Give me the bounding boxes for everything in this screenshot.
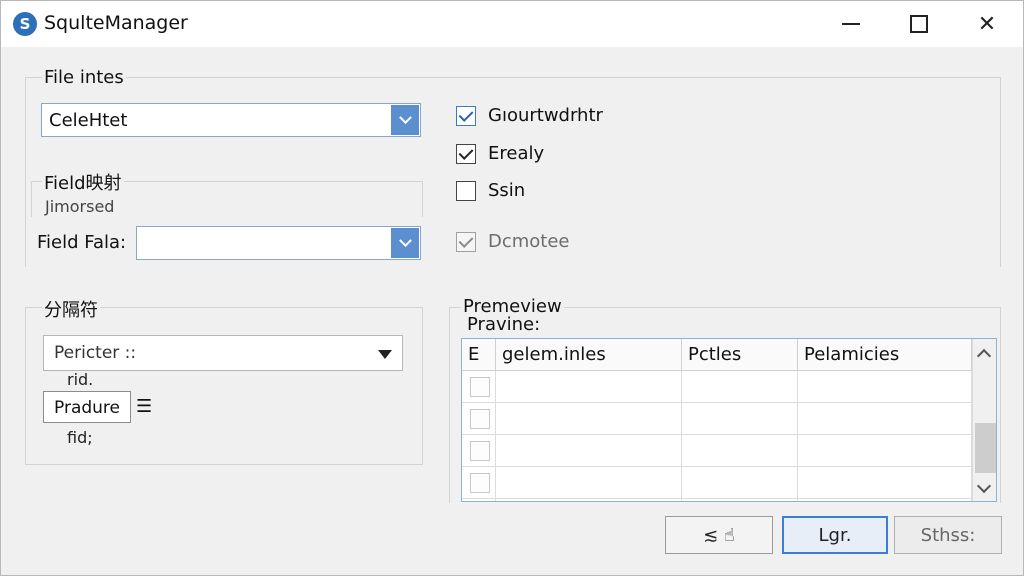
- table-cell: [798, 499, 972, 501]
- grid-header: E gelem.inles Pctles Pelamicies: [462, 339, 972, 371]
- column-header-elements[interactable]: gelem.inles: [496, 339, 682, 371]
- option-checkbox-1[interactable]: [456, 106, 476, 126]
- table-cell: [682, 467, 798, 499]
- table-cell: [682, 499, 798, 501]
- file-type-value: CeleHtet: [49, 110, 128, 131]
- row-checkbox[interactable]: [470, 377, 490, 397]
- close-button[interactable]: ✕: [951, 1, 1023, 47]
- table-cell: [496, 371, 682, 403]
- delimiter-note-1: rid.: [67, 370, 94, 389]
- table-row[interactable]: [462, 467, 972, 499]
- preview-grid: E gelem.inles Pctles Pelamicies: [461, 338, 997, 502]
- table-cell: [798, 435, 972, 467]
- file-type-combo[interactable]: CeleHtet: [41, 103, 421, 137]
- hand-cursor-icon: ≲ ☝: [703, 524, 735, 546]
- delimiter-input-value: Pradure: [54, 398, 120, 418]
- tools-button[interactable]: ≲ ☝: [665, 516, 773, 554]
- table-cell: [682, 403, 798, 435]
- column-header-e[interactable]: E: [462, 339, 496, 371]
- dropdown-triangle-icon: [378, 350, 392, 359]
- file-type-dropdown-button[interactable]: [391, 105, 419, 135]
- column-header-pctles[interactable]: Pctles: [682, 339, 798, 371]
- table-row[interactable]: [462, 403, 972, 435]
- delimiter-value: Pericter ::: [54, 343, 137, 363]
- minimize-button[interactable]: [815, 1, 887, 47]
- option-checkbox-4: [456, 232, 476, 252]
- vertical-scrollbar[interactable]: [972, 339, 996, 501]
- field-mapping-label: Field映射: [42, 169, 124, 195]
- file-section-label: File intes: [42, 67, 126, 88]
- table-cell: [496, 435, 682, 467]
- table-cell: [682, 371, 798, 403]
- maximize-button[interactable]: [883, 1, 955, 47]
- table-cell: [496, 499, 682, 501]
- row-checkbox[interactable]: [470, 473, 490, 493]
- table-cell: [496, 403, 682, 435]
- maximize-icon: [910, 15, 928, 33]
- delimiter-label: 分隔符: [42, 296, 100, 322]
- table-cell: [798, 403, 972, 435]
- row-select-cell: [462, 435, 496, 467]
- preview-sublabel: Pravine:: [467, 314, 541, 335]
- chevron-down-icon: [398, 110, 412, 124]
- option-checkbox-2[interactable]: [456, 144, 476, 164]
- ok-button-label: Lgr.: [818, 524, 852, 546]
- row-select-cell: [462, 467, 496, 499]
- field-mapping-sublabel: Jimorsed: [45, 197, 115, 216]
- field-fala-dropdown-button[interactable]: [391, 228, 419, 258]
- field-fala-combo[interactable]: [136, 226, 421, 260]
- delimiter-combo[interactable]: Pericter ::: [43, 335, 403, 371]
- menu-icon[interactable]: ☰: [136, 396, 152, 417]
- row-checkbox[interactable]: [470, 441, 490, 461]
- table-row[interactable]: [462, 371, 972, 403]
- column-header-pelamicies[interactable]: Pelamicies: [798, 339, 972, 371]
- option-checkbox-3[interactable]: [456, 181, 476, 201]
- table-cell: [496, 467, 682, 499]
- title-bar: S SqulteManager ✕: [1, 1, 1023, 47]
- table-cell: [682, 435, 798, 467]
- option-label-3: Ssin: [488, 180, 526, 201]
- status-button[interactable]: Sthss:: [894, 516, 1002, 554]
- scrollbar-thumb[interactable]: [975, 423, 996, 473]
- ok-button[interactable]: Lgr.: [782, 516, 888, 554]
- option-label-2: Erealy: [488, 143, 545, 164]
- status-button-label: Sthss:: [920, 524, 976, 546]
- row-select-cell: [462, 403, 496, 435]
- table-cell: [798, 371, 972, 403]
- window-title: SqulteManager: [44, 12, 188, 34]
- scroll-up-icon[interactable]: [976, 348, 992, 364]
- row-select-cell: [462, 371, 496, 403]
- row-checkbox[interactable]: [470, 409, 490, 429]
- table-cell: [798, 467, 972, 499]
- chevron-down-icon: [398, 233, 412, 247]
- app-logo-icon: S: [13, 12, 37, 36]
- option-label-4: Dcmotee: [488, 231, 570, 252]
- close-icon: ✕: [977, 11, 997, 37]
- minimize-icon: [842, 23, 860, 25]
- table-row[interactable]: [462, 499, 972, 501]
- option-label-1: Gıourtwdrhtr: [488, 105, 603, 126]
- table-row[interactable]: [462, 435, 972, 467]
- scroll-down-icon[interactable]: [976, 478, 992, 494]
- delimiter-input[interactable]: Pradure: [43, 391, 131, 423]
- row-select-cell: [462, 499, 496, 501]
- field-fala-label: Field Fala:: [37, 232, 127, 253]
- delimiter-note-2: fid;: [67, 428, 93, 447]
- app-window: S SqulteManager ✕ File intes CeleHtet Fi…: [0, 0, 1024, 576]
